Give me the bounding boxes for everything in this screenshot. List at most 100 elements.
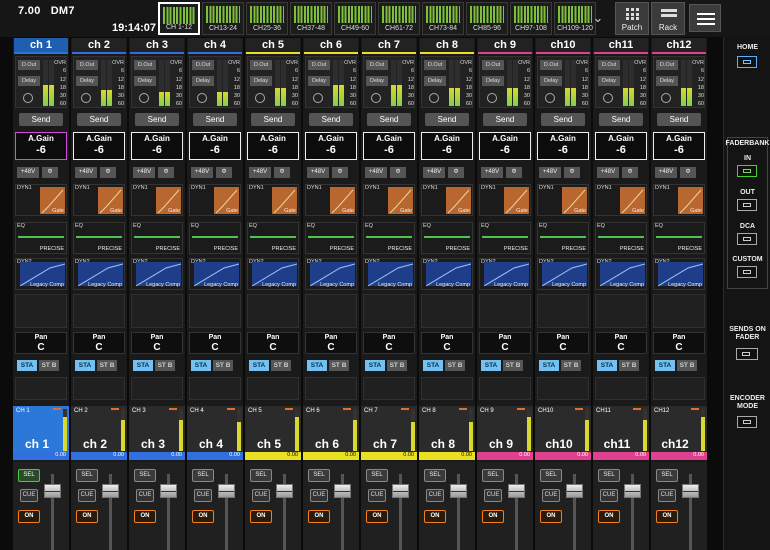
sel-button[interactable]: SEL [424, 469, 446, 482]
sel-button[interactable]: SEL [366, 469, 388, 482]
encoder-mode-button[interactable] [737, 416, 757, 428]
sta-button[interactable]: STA [17, 360, 37, 371]
direct-out-button[interactable]: D.Out [250, 60, 272, 70]
cue-button[interactable]: CUE [368, 489, 386, 502]
dyn2-section[interactable]: DYN2Legacy Comp [653, 258, 705, 290]
channel-name-button[interactable]: ch12 [652, 38, 706, 54]
direct-out-button[interactable]: D.Out [308, 60, 330, 70]
delay-button[interactable]: Delay [308, 76, 330, 86]
send-button[interactable]: Send [599, 113, 643, 126]
sta-button[interactable]: STA [481, 360, 501, 371]
stb-button[interactable]: ST B [561, 360, 581, 371]
phantom-power-button[interactable]: +48V [133, 167, 155, 178]
eq-section[interactable]: EQ PRECISE [595, 222, 647, 254]
fader-handle[interactable] [682, 484, 699, 498]
eq-section[interactable]: EQ PRECISE [363, 222, 415, 254]
sta-button[interactable]: STA [75, 360, 95, 371]
direct-out-button[interactable]: D.Out [18, 60, 40, 70]
meter-box[interactable]: D.Out Delay OVR 6 12 18 30 60 [421, 56, 473, 108]
stb-button[interactable]: ST B [213, 360, 233, 371]
dyn1-section[interactable]: DYN1 Gate [15, 184, 67, 216]
bank-button-1[interactable]: CH13-24 [202, 2, 244, 35]
stb-button[interactable]: ST B [329, 360, 349, 371]
sel-button[interactable]: SEL [192, 469, 214, 482]
delay-button[interactable]: Delay [656, 76, 678, 86]
meter-box[interactable]: D.Out Delay OVR 6 12 18 30 60 [653, 56, 705, 108]
insert-area[interactable] [479, 294, 531, 328]
sta-button[interactable]: STA [249, 360, 269, 371]
meter-box[interactable]: D.Out Delay OVR 6 12 18 30 60 [73, 56, 125, 108]
assign-grid[interactable] [305, 377, 357, 400]
pan-control[interactable]: Pan C [189, 332, 241, 354]
send-button[interactable]: Send [483, 113, 527, 126]
assign-grid[interactable] [131, 377, 183, 400]
channel-name-button[interactable]: ch 3 [130, 38, 184, 54]
sel-button[interactable]: SEL [134, 469, 156, 482]
analog-gain-control[interactable]: A.Gain -6 [363, 132, 415, 160]
pan-control[interactable]: Pan C [421, 332, 473, 354]
meter-box[interactable]: D.Out Delay OVR 6 12 18 30 60 [537, 56, 589, 108]
cue-button[interactable]: CUE [426, 489, 444, 502]
stb-button[interactable]: ST B [445, 360, 465, 371]
assign-grid[interactable] [595, 377, 647, 400]
dyn1-section[interactable]: DYN1 Gate [247, 184, 299, 216]
assign-grid[interactable] [479, 377, 531, 400]
channel-name-button[interactable]: ch 9 [478, 38, 532, 54]
stb-button[interactable]: ST B [155, 360, 175, 371]
phantom-power-button[interactable]: +48V [365, 167, 387, 178]
delay-button[interactable]: Delay [192, 76, 214, 86]
eq-section[interactable]: EQ PRECISE [653, 222, 705, 254]
stb-button[interactable]: ST B [619, 360, 639, 371]
cue-button[interactable]: CUE [252, 489, 270, 502]
phase-button[interactable]: Φ [622, 167, 638, 178]
dyn1-section[interactable]: DYN1 Gate [73, 184, 125, 216]
send-button[interactable]: Send [251, 113, 295, 126]
eq-section[interactable]: EQ PRECISE [479, 222, 531, 254]
phantom-power-button[interactable]: +48V [307, 167, 329, 178]
insert-area[interactable] [537, 294, 589, 328]
sta-button[interactable]: STA [423, 360, 443, 371]
send-button[interactable]: Send [425, 113, 469, 126]
delay-button[interactable]: Delay [366, 76, 388, 86]
send-button[interactable]: Send [309, 113, 353, 126]
faderbank-dca-button[interactable] [737, 233, 757, 245]
send-button[interactable]: Send [135, 113, 179, 126]
faderbank-out-button[interactable] [737, 199, 757, 211]
bank-button-7[interactable]: CH85-96 [466, 2, 508, 35]
direct-out-button[interactable]: D.Out [424, 60, 446, 70]
on-button[interactable]: ON [366, 510, 388, 523]
sta-button[interactable]: STA [133, 360, 153, 371]
analog-gain-control[interactable]: A.Gain -6 [305, 132, 357, 160]
bank-button-6[interactable]: CH73-84 [422, 2, 464, 35]
phantom-power-button[interactable]: +48V [481, 167, 503, 178]
dyn1-section[interactable]: DYN1 Gate [653, 184, 705, 216]
bank-button-8[interactable]: CH97-108 [510, 2, 552, 35]
on-button[interactable]: ON [134, 510, 156, 523]
on-button[interactable]: ON [18, 510, 40, 523]
on-button[interactable]: ON [482, 510, 504, 523]
fader-handle[interactable] [276, 484, 293, 498]
sta-button[interactable]: STA [365, 360, 385, 371]
channel-name-button[interactable]: ch 4 [188, 38, 242, 54]
patch-button[interactable]: Patch [615, 2, 649, 35]
channel-name-button[interactable]: ch 2 [72, 38, 126, 54]
sta-button[interactable]: STA [307, 360, 327, 371]
phantom-power-button[interactable]: +48V [655, 167, 677, 178]
assign-grid[interactable] [15, 377, 67, 400]
meter-box[interactable]: D.Out Delay OVR 6 12 18 30 60 [363, 56, 415, 108]
phase-button[interactable]: Φ [564, 167, 580, 178]
sta-button[interactable]: STA [191, 360, 211, 371]
assign-grid[interactable] [363, 377, 415, 400]
analog-gain-control[interactable]: A.Gain -6 [653, 132, 705, 160]
direct-out-button[interactable]: D.Out [134, 60, 156, 70]
insert-area[interactable] [363, 294, 415, 328]
fader-handle[interactable] [160, 484, 177, 498]
eq-section[interactable]: EQ PRECISE [421, 222, 473, 254]
analog-gain-control[interactable]: A.Gain -6 [73, 132, 125, 160]
channel-name-button[interactable]: ch 1 [14, 38, 68, 54]
direct-out-button[interactable]: D.Out [366, 60, 388, 70]
assign-grid[interactable] [537, 377, 589, 400]
insert-area[interactable] [15, 294, 67, 328]
on-button[interactable]: ON [424, 510, 446, 523]
meter-box[interactable]: D.Out Delay OVR 6 12 18 30 60 [595, 56, 647, 108]
